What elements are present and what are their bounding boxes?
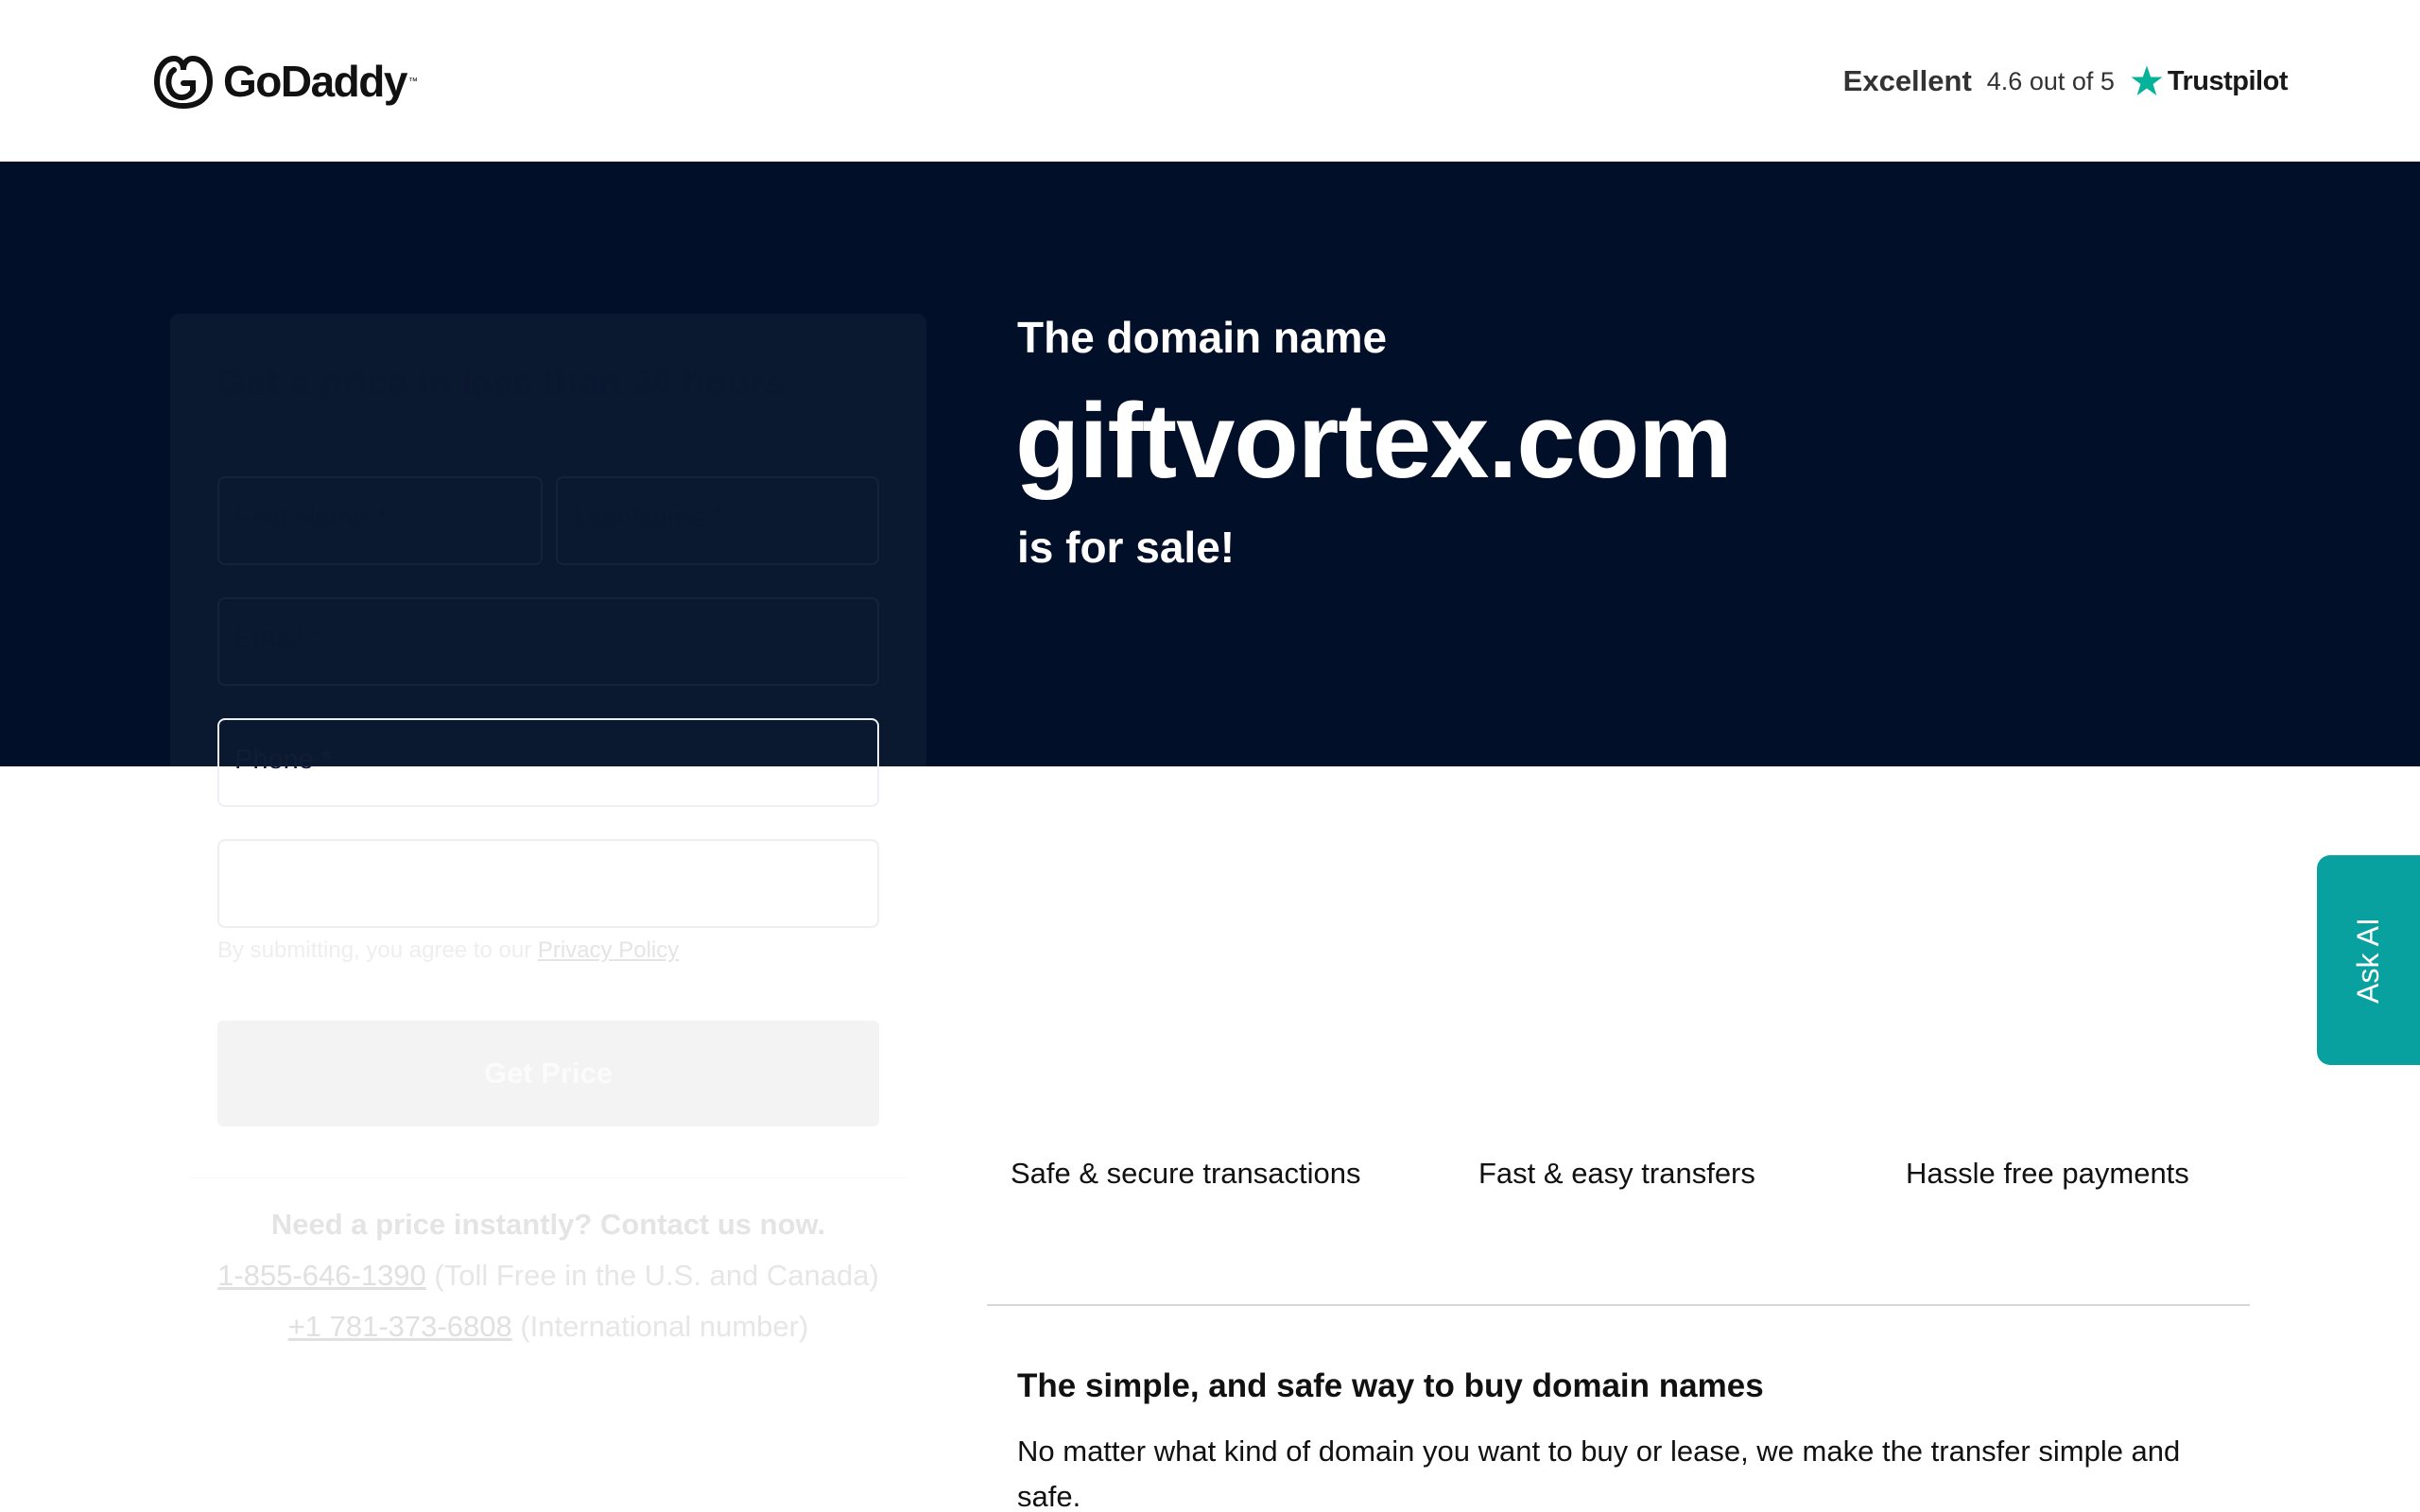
tollfree-phone-link[interactable]: 1-855-646-1390: [217, 1259, 426, 1292]
rating-score: 4.6 out of 5: [1986, 66, 2115, 95]
domain-name: giftvortex.com: [1015, 382, 1733, 500]
contact-title: Need a price instantly? Contact us now.: [270, 1208, 826, 1241]
international-note: (International number): [520, 1310, 809, 1343]
rating-word: Excellent: [1842, 64, 1972, 97]
feature-hassle-free-payments: Hassle free payments: [1906, 1157, 2189, 1190]
section-title: The simple, and safe way to buy domain n…: [1017, 1367, 1764, 1404]
trustpilot-rating[interactable]: Excellent 4.6 out of 5 Trustpilot: [1842, 55, 2289, 108]
first-name-label: First Name *: [234, 503, 388, 533]
get-price-button[interactable]: Get Price: [217, 1021, 879, 1126]
feature-secure-transactions: Safe & secure transactions: [1011, 1157, 1361, 1190]
tollfree-line: 1-855-646-1390 (Toll Free in the U.S. an…: [0, 1259, 1097, 1293]
ask-ai-label: Ask AI: [2350, 917, 2385, 1004]
international-line: +1 781-373-6808 (International number): [0, 1310, 1097, 1344]
phone-label: Phone *: [234, 745, 333, 775]
offer-field[interactable]: [217, 839, 879, 928]
price-form-card: Get a price in less than 24 hours First …: [170, 314, 926, 1183]
section-body: No matter what kind of domain you want t…: [1017, 1435, 2181, 1512]
tollfree-note: (Toll Free in the U.S. and Canada): [434, 1259, 879, 1292]
first-name-field[interactable]: First Name *: [217, 476, 543, 565]
email-field[interactable]: Email *: [217, 597, 879, 686]
privacy-policy-link[interactable]: Privacy Policy: [538, 937, 679, 963]
trustpilot-name: Trustpilot: [2167, 65, 2289, 96]
for-sale-text: is for sale!: [1017, 523, 1236, 572]
section-divider: [987, 1304, 2250, 1306]
hero-title: The domain name: [1017, 313, 1388, 362]
international-phone-link[interactable]: +1 781-373-6808: [288, 1310, 512, 1343]
form-title: Get a price in less than 24 hours: [217, 363, 786, 404]
trustpilot-star-icon: [2131, 65, 2163, 95]
privacy-notice-text: By submitting, you agree to our: [217, 937, 532, 963]
godaddy-logo-icon: [153, 55, 214, 110]
privacy-notice: By submitting, you agree to our Privacy …: [217, 937, 679, 964]
ask-ai-button[interactable]: Ask AI: [2317, 855, 2420, 1065]
last-name-label: Last Name *: [573, 503, 724, 533]
email-label: Email *: [234, 624, 321, 654]
last-name-field[interactable]: Last Name *: [556, 476, 879, 565]
godaddy-logo[interactable]: GoDaddy ™: [153, 53, 418, 110]
form-divider: [189, 1177, 908, 1178]
site-header: GoDaddy ™ Excellent 4.6 out of 5 Trustpil…: [0, 0, 2420, 162]
phone-field[interactable]: Phone *: [217, 718, 879, 807]
feature-easy-transfers: Fast & easy transfers: [1478, 1157, 1755, 1190]
brand-name: GoDaddy: [223, 57, 407, 106]
